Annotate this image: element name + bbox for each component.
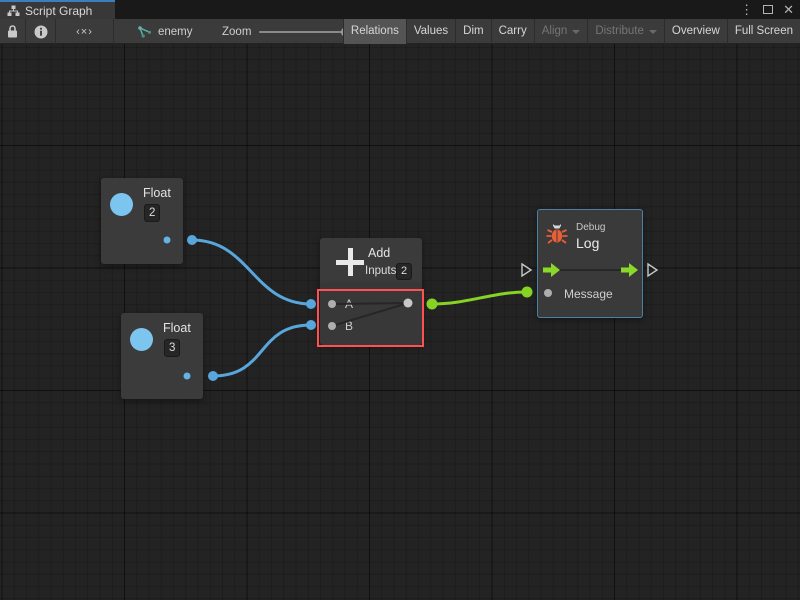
full-screen-button[interactable]: Full Screen xyxy=(727,19,800,44)
zoom-label: Zoom xyxy=(222,26,251,38)
graph-hierarchy-icon xyxy=(7,5,20,17)
selection-rectangle-red xyxy=(317,289,424,347)
inputs-label: Inputs xyxy=(365,265,396,277)
info-icon xyxy=(34,25,48,39)
graph-toolbar: ‹×› enemy Zoom 1x Relations Valu xyxy=(0,19,800,44)
kebab-menu-icon[interactable]: ⋮ xyxy=(740,0,753,19)
node-add-header[interactable]: Add Inputs 2 xyxy=(320,238,422,285)
tab-title: Script Graph xyxy=(25,4,92,18)
inputs-count-input[interactable]: 2 xyxy=(396,263,412,280)
graph-pointer-icon xyxy=(138,26,152,38)
node-category: Debug xyxy=(576,222,605,233)
float-value-icon xyxy=(110,193,133,216)
toolbar-right-group: Relations Values Dim Carry Align Distrib… xyxy=(343,19,800,44)
script-graph-window: Script Graph ⋮ ✕ xyxy=(0,0,800,600)
maximize-icon[interactable] xyxy=(763,5,773,14)
close-icon[interactable]: ✕ xyxy=(783,0,794,19)
tab-bar: Script Graph ⋮ ✕ xyxy=(0,0,800,19)
float-value-input[interactable]: 2 xyxy=(144,204,160,222)
lock-icon xyxy=(7,25,18,38)
zoom-slider[interactable] xyxy=(259,31,349,33)
dim-toggle[interactable]: Dim xyxy=(455,19,490,44)
node-float-2[interactable]: Float 2 xyxy=(101,178,183,264)
graph-name-label: enemy xyxy=(158,26,193,38)
code-icon: ‹×› xyxy=(76,26,93,38)
chevron-down-icon xyxy=(649,30,657,34)
overview-button[interactable]: Overview xyxy=(664,19,727,44)
node-float-3[interactable]: Float 3 xyxy=(121,313,203,399)
node-title: Float xyxy=(143,186,171,200)
info-button[interactable] xyxy=(26,19,56,44)
float-value-input[interactable]: 3 xyxy=(164,339,180,357)
node-title: Float xyxy=(163,321,191,335)
node-title: Add xyxy=(368,246,390,260)
node-title: Log xyxy=(576,235,599,251)
chevron-down-icon xyxy=(572,30,580,34)
lock-button[interactable] xyxy=(0,19,26,44)
relations-toggle[interactable]: Relations xyxy=(343,19,406,44)
align-dropdown[interactable]: Align xyxy=(534,19,588,44)
node-debug-log[interactable]: Debug Log Message xyxy=(537,209,643,318)
code-view-button[interactable]: ‹×› xyxy=(56,19,114,44)
tab-script-graph[interactable]: Script Graph xyxy=(0,0,115,19)
distribute-dropdown[interactable]: Distribute xyxy=(587,19,664,44)
window-controls: ⋮ ✕ xyxy=(740,0,794,19)
message-port-label: Message xyxy=(564,287,613,301)
plus-icon xyxy=(336,248,364,276)
float-value-icon xyxy=(130,328,153,351)
graph-name-indicator[interactable]: enemy xyxy=(138,19,193,44)
toolbar-left-group: ‹×› xyxy=(0,19,114,44)
debug-bug-icon xyxy=(545,221,569,251)
carry-toggle[interactable]: Carry xyxy=(491,19,534,44)
values-toggle[interactable]: Values xyxy=(406,19,455,44)
